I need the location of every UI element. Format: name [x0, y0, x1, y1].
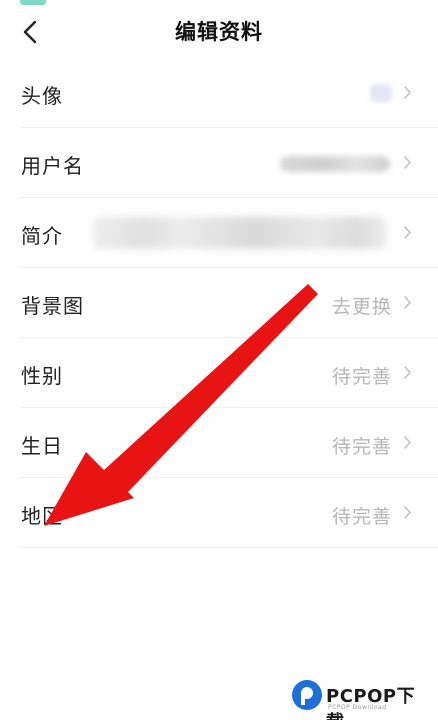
chevron-right-icon: [403, 365, 412, 380]
row-username[interactable]: 用户名: [0, 128, 438, 198]
chevron-right-icon: [403, 155, 412, 170]
row-value: 待完善: [331, 366, 392, 388]
row-label: 头像: [21, 84, 63, 108]
row-avatar[interactable]: 头像: [0, 58, 438, 128]
nav-header: 编辑资料: [0, 0, 438, 62]
chevron-right-icon: [403, 85, 412, 100]
row-region[interactable]: 地区 待完善: [0, 478, 438, 548]
row-background-image[interactable]: 背景图 去更换: [0, 268, 438, 338]
row-label: 性别: [21, 364, 63, 388]
chevron-right-icon: [403, 505, 412, 520]
page-title: 编辑资料: [175, 20, 263, 44]
watermark-brand: PCPOP下载: [326, 686, 416, 720]
row-value: 去更换: [331, 296, 392, 318]
row-gender[interactable]: 性别 待完善: [0, 338, 438, 408]
profile-settings-list: 头像 用户名 简介 背景图 去更换 性别 待完善 生日 待完善 地区 待完善: [0, 58, 438, 548]
avatar-thumbnail: [370, 84, 392, 102]
intro-value-blurred: [92, 217, 388, 249]
pcpop-watermark: PCPOP下载 PCPOP Download: [292, 678, 432, 720]
pcpop-logo-icon: [292, 680, 322, 710]
row-label: 简介: [21, 224, 63, 248]
row-value: 待完善: [331, 506, 392, 528]
row-value: 待完善: [331, 436, 392, 458]
chevron-right-icon: [403, 435, 412, 450]
username-value-blurred: [280, 156, 390, 172]
chevron-right-icon: [403, 295, 412, 310]
row-birthday[interactable]: 生日 待完善: [0, 408, 438, 478]
row-label: 生日: [21, 434, 63, 458]
row-label: 用户名: [21, 154, 84, 178]
row-intro[interactable]: 简介: [0, 198, 438, 268]
chevron-right-icon: [403, 225, 412, 240]
watermark-subtitle: PCPOP Download: [328, 704, 387, 711]
row-label: 背景图: [21, 294, 84, 318]
row-label: 地区: [21, 504, 63, 528]
